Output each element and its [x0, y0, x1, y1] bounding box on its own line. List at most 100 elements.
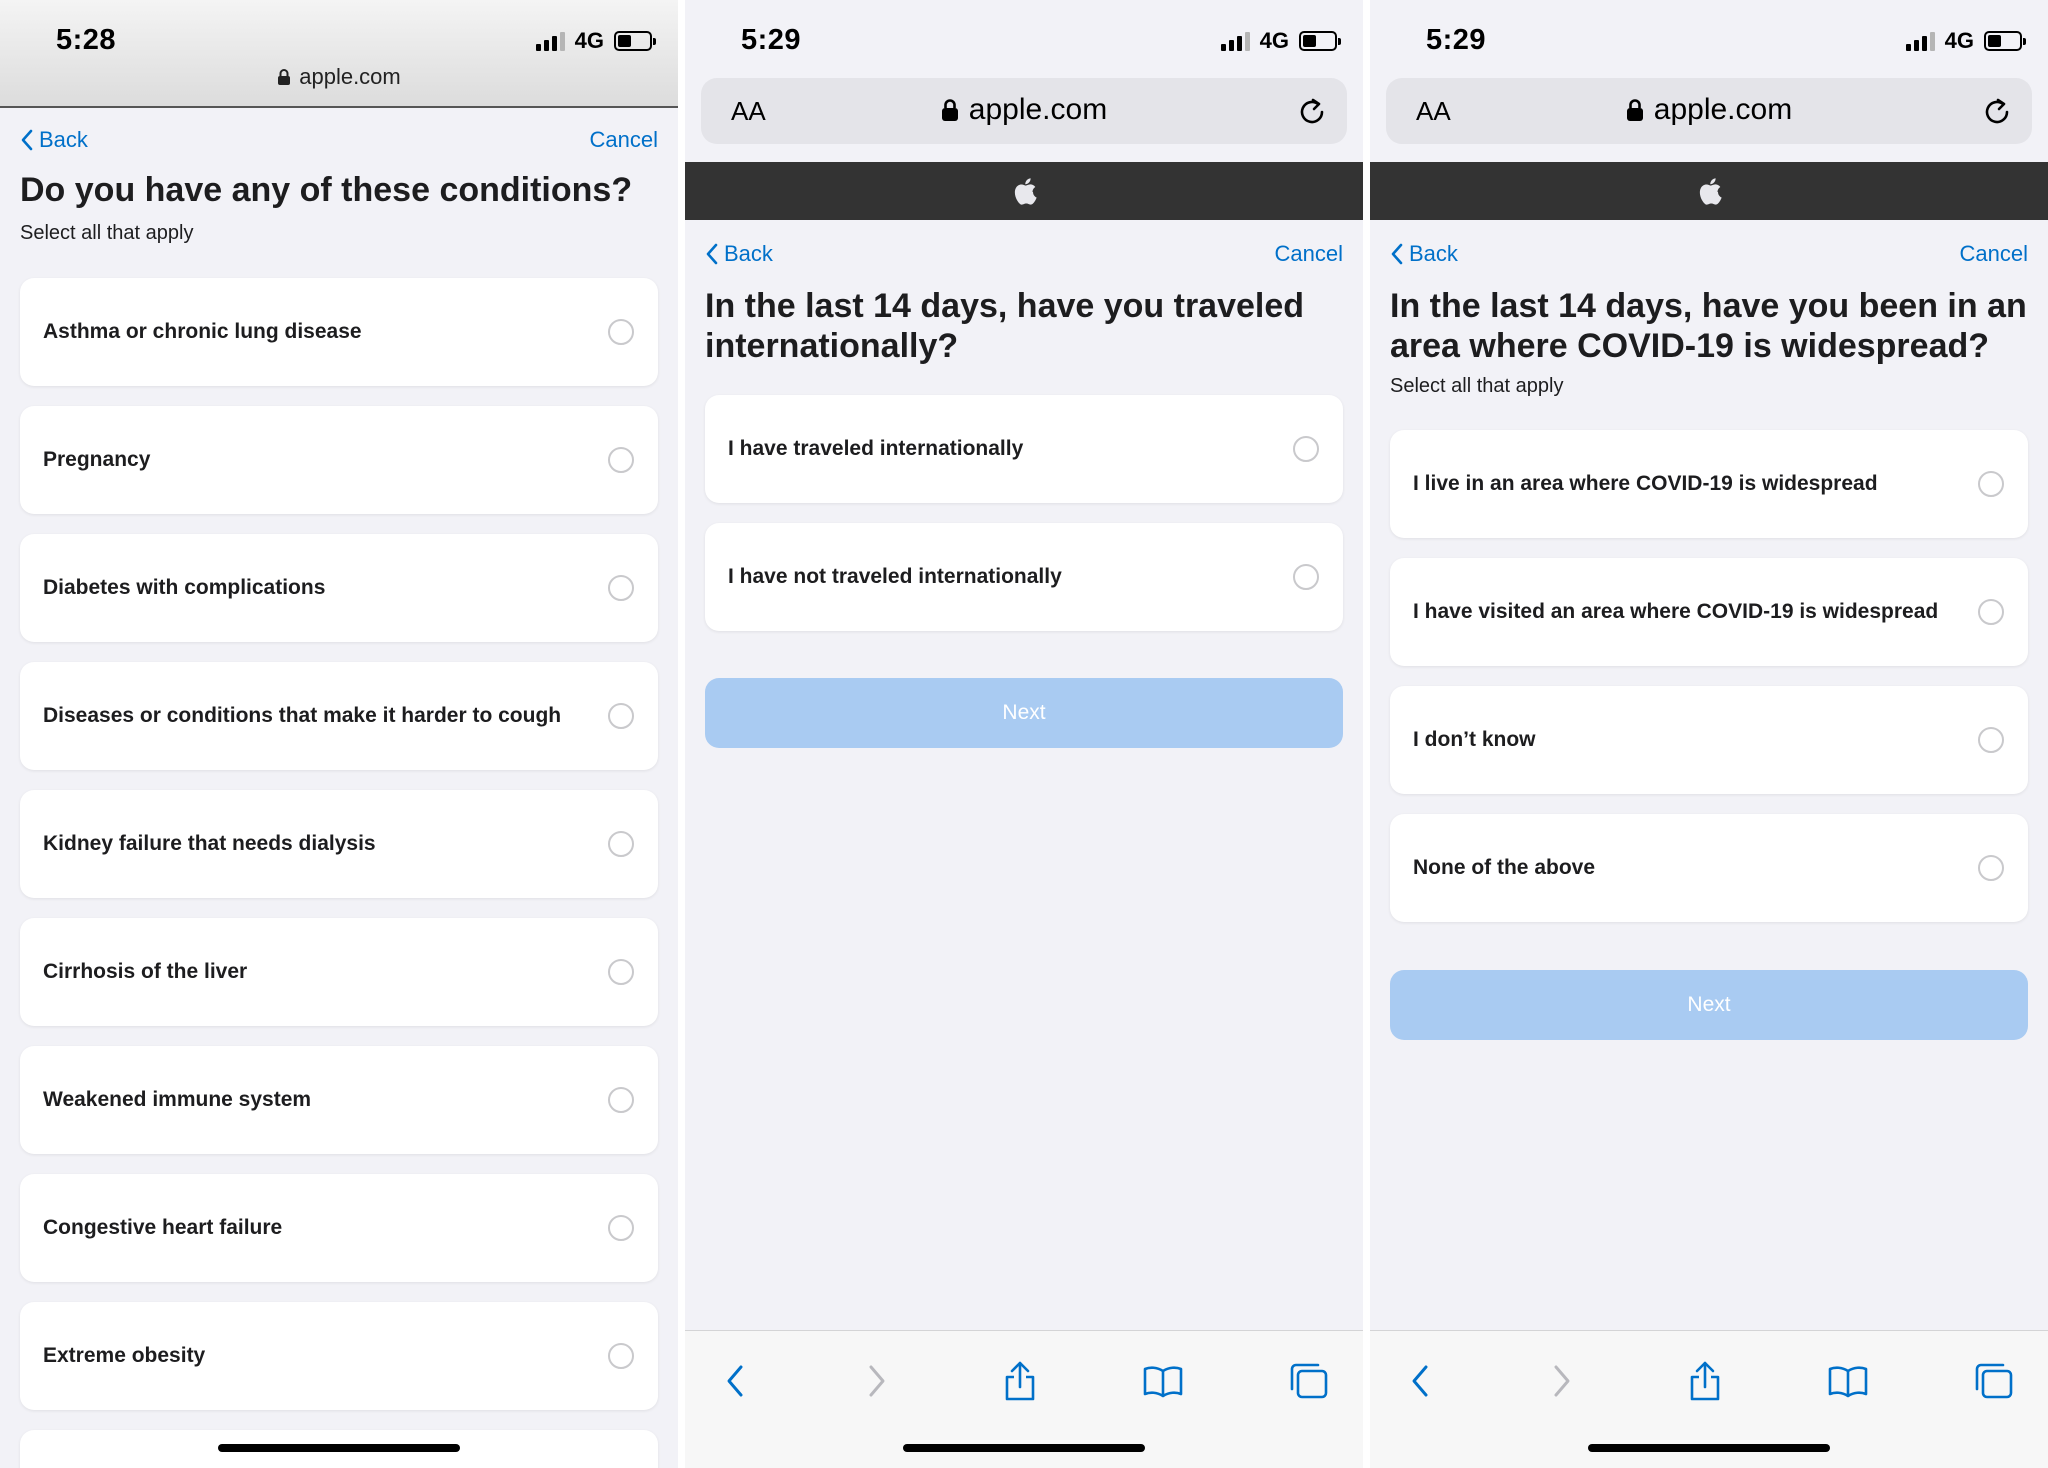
option-pregnancy[interactable]: Pregnancy — [20, 406, 658, 514]
forward-arrow-icon[interactable] — [1538, 1357, 1586, 1405]
next-button[interactable]: Next — [705, 678, 1343, 748]
apple-nav-bar — [1370, 162, 2048, 220]
option-none[interactable]: None of the above — [1390, 814, 2028, 922]
radio-button[interactable] — [608, 1215, 634, 1241]
option-cough-conditions[interactable]: Diseases or conditions that make it hard… — [20, 662, 658, 770]
address-bar[interactable]: AA apple.com — [1386, 78, 2032, 144]
share-icon[interactable] — [1681, 1357, 1729, 1405]
signal-icon — [1905, 31, 1935, 51]
reload-icon[interactable] — [1978, 92, 2016, 130]
status-time: 5:29 — [741, 24, 802, 56]
radio-button[interactable] — [1978, 855, 2004, 881]
home-indicator — [903, 1444, 1145, 1452]
option-live-in-area[interactable]: I live in an area where COVID-19 is wide… — [1390, 430, 2028, 538]
apple-logo-icon[interactable] — [1696, 176, 1722, 206]
chevron-left-icon — [706, 243, 718, 265]
next-button[interactable]: Next — [1390, 970, 2028, 1040]
radio-button[interactable] — [608, 447, 634, 473]
url-text: apple.com — [968, 93, 1108, 126]
battery-icon — [1299, 31, 1341, 51]
radio-button[interactable] — [608, 1087, 634, 1113]
option-not-traveled[interactable]: I have not traveled internationally — [705, 523, 1343, 631]
back-arrow-icon[interactable] — [711, 1357, 759, 1405]
option-heart-failure[interactable]: Congestive heart failure — [20, 1174, 658, 1282]
tabs-icon[interactable] — [1285, 1357, 1333, 1405]
phone-screen-travel: 5:29 4G AA apple.com Back Cancel In the … — [685, 0, 1363, 1468]
compact-address-bar[interactable]: 5:28 4G apple.com — [0, 0, 678, 108]
url-text: apple.com — [299, 64, 401, 89]
option-cirrhosis[interactable]: Cirrhosis of the liver — [20, 918, 658, 1026]
bookmarks-icon[interactable] — [1139, 1357, 1187, 1405]
status-time: 5:29 — [1426, 24, 1487, 56]
battery-icon — [1984, 31, 2026, 51]
share-icon[interactable] — [996, 1357, 1044, 1405]
reload-icon[interactable] — [1293, 92, 1331, 130]
page-title: In the last 14 days, have you traveled i… — [705, 287, 1305, 365]
safari-toolbar — [1370, 1330, 2048, 1468]
status-bar: 5:29 4G — [1370, 0, 2048, 80]
network-type: 4G — [1944, 28, 1974, 53]
lock-icon — [1626, 99, 1643, 121]
radio-button[interactable] — [608, 575, 634, 601]
nav-row: Back Cancel — [20, 122, 658, 158]
chevron-left-icon — [1391, 243, 1403, 265]
apple-logo-icon[interactable] — [1011, 176, 1037, 206]
bookmarks-icon[interactable] — [1824, 1357, 1872, 1405]
network-type: 4G — [574, 28, 604, 53]
radio-button[interactable] — [608, 703, 634, 729]
option-immune-system[interactable]: Weakened immune system — [20, 1046, 658, 1154]
options-list: Asthma or chronic lung disease Pregnancy… — [20, 278, 658, 1468]
options-list: I live in an area where COVID-19 is wide… — [1390, 430, 2028, 922]
radio-button[interactable] — [1978, 599, 2004, 625]
options-list: I have traveled internationally I have n… — [705, 395, 1343, 631]
radio-button[interactable] — [1978, 727, 2004, 753]
status-bar: 5:29 4G — [685, 0, 1363, 80]
home-indicator — [218, 1444, 460, 1452]
address-bar[interactable]: AA apple.com — [701, 78, 1347, 144]
radio-button[interactable] — [1293, 436, 1319, 462]
page-title: In the last 14 days, have you been in an… — [1390, 287, 2027, 365]
tabs-icon[interactable] — [1970, 1357, 2018, 1405]
panel-divider — [678, 0, 685, 1468]
signal-icon — [535, 31, 565, 51]
network-type: 4G — [1259, 28, 1289, 53]
radio-button[interactable] — [608, 959, 634, 985]
option-dont-know[interactable]: I don’t know — [1390, 686, 2028, 794]
radio-button[interactable] — [1293, 564, 1319, 590]
forward-arrow-icon[interactable] — [853, 1357, 901, 1405]
option-visited-area[interactable]: I have visited an area where COVID-19 is… — [1390, 558, 2028, 666]
option-traveled[interactable]: I have traveled internationally — [705, 395, 1343, 503]
status-time: 5:28 — [56, 24, 117, 56]
lock-icon — [941, 99, 958, 121]
page-subtitle: Select all that apply — [20, 222, 194, 244]
chevron-left-icon — [21, 129, 33, 151]
back-button[interactable]: Back — [20, 127, 88, 153]
back-label: Back — [39, 127, 88, 152]
back-label: Back — [724, 241, 773, 266]
signal-icon — [1220, 31, 1250, 51]
radio-button[interactable] — [608, 319, 634, 345]
cancel-button[interactable]: Cancel — [590, 127, 658, 153]
phone-screen-conditions: 5:28 4G apple.com Back Cancel Do you hav… — [0, 0, 678, 1468]
option-kidney-failure[interactable]: Kidney failure that needs dialysis — [20, 790, 658, 898]
back-arrow-icon[interactable] — [1396, 1357, 1444, 1405]
phone-screen-covid-area: 5:29 4G AA apple.com Back Cancel In the … — [1370, 0, 2048, 1468]
option-asthma[interactable]: Asthma or chronic lung disease — [20, 278, 658, 386]
home-indicator — [1588, 1444, 1830, 1452]
back-label: Back — [1409, 241, 1458, 266]
cancel-button[interactable]: Cancel — [1275, 241, 1343, 267]
battery-icon — [614, 31, 656, 51]
cancel-button[interactable]: Cancel — [1960, 241, 2028, 267]
safari-toolbar — [685, 1330, 1363, 1468]
radio-button[interactable] — [1978, 471, 2004, 497]
panel-divider — [1363, 0, 1370, 1468]
back-button[interactable]: Back — [1390, 241, 1458, 267]
option-diabetes[interactable]: Diabetes with complications — [20, 534, 658, 642]
nav-row: Back Cancel — [1390, 236, 2028, 272]
radio-button[interactable] — [608, 831, 634, 857]
page-subtitle: Select all that apply — [1390, 375, 1564, 397]
page-title: Do you have any of these conditions? — [20, 171, 633, 209]
radio-button[interactable] — [608, 1343, 634, 1369]
option-obesity[interactable]: Extreme obesity — [20, 1302, 658, 1410]
back-button[interactable]: Back — [705, 241, 773, 267]
